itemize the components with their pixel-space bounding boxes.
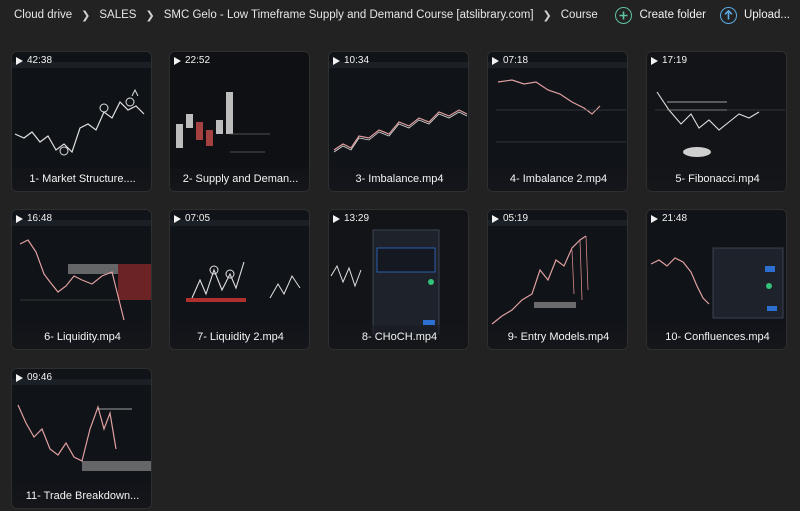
play-icon bbox=[174, 56, 181, 65]
file-name: 1- Market Structure.... bbox=[12, 167, 151, 191]
file-name: 11- Trade Breakdown... bbox=[12, 484, 151, 508]
video-tile[interactable]: 05:19 9- Entry Models.mp4 bbox=[487, 209, 628, 350]
play-icon bbox=[333, 56, 340, 65]
chevron-right-icon: ❯ bbox=[81, 9, 91, 22]
video-tile[interactable]: 07:18 4- Imbalance 2.mp4 bbox=[487, 51, 628, 192]
play-icon bbox=[16, 56, 23, 65]
video-duration: 17:19 bbox=[651, 55, 687, 66]
play-icon bbox=[16, 373, 23, 382]
video-tile[interactable]: 10:34 3- Imbalance.mp4 bbox=[328, 51, 469, 192]
duration-text: 10:34 bbox=[344, 55, 370, 66]
video-tile[interactable]: 09:46 11- Trade Breakdown... bbox=[11, 368, 152, 509]
toolbar-actions: Create folder Upload... bbox=[601, 6, 800, 24]
file-name: 2- Supply and Deman... bbox=[170, 167, 309, 191]
duration-text: 07:05 bbox=[185, 213, 211, 224]
create-folder-button[interactable]: Create folder bbox=[615, 6, 706, 24]
file-name: 5- Fibonacci.mp4 bbox=[647, 167, 786, 191]
video-tile[interactable]: 16:48 6- Liquidity.mp4 bbox=[11, 209, 152, 350]
duration-text: 07:18 bbox=[503, 55, 529, 66]
video-duration: 21:48 bbox=[651, 213, 687, 224]
file-name: 8- CHoCH.mp4 bbox=[329, 325, 468, 349]
duration-text: 42:38 bbox=[27, 55, 53, 66]
video-tile[interactable]: 13:29 8- CHoCH.mp4 bbox=[328, 209, 469, 350]
duration-text: 13:29 bbox=[344, 213, 370, 224]
video-duration: 42:38 bbox=[16, 55, 52, 66]
video-duration: 13:29 bbox=[333, 213, 369, 224]
file-name: 3- Imbalance.mp4 bbox=[329, 167, 468, 191]
video-duration: 09:46 bbox=[16, 372, 52, 383]
play-icon bbox=[492, 214, 499, 223]
video-tile[interactable]: 07:05 7- Liquidity 2.mp4 bbox=[169, 209, 310, 350]
video-tile[interactable]: 17:19 5- Fibonacci.mp4 bbox=[646, 51, 787, 192]
breadcrumb-cloud-drive[interactable]: Cloud drive bbox=[14, 9, 72, 21]
duration-text: 21:48 bbox=[662, 213, 688, 224]
play-icon bbox=[333, 214, 340, 223]
top-bar: Cloud drive ❯ SALES ❯ SMC Gelo - Low Tim… bbox=[0, 0, 800, 30]
play-icon bbox=[174, 214, 181, 223]
breadcrumb-course-folder[interactable]: SMC Gelo - Low Timeframe Supply and Dema… bbox=[164, 9, 534, 21]
video-duration: 07:05 bbox=[174, 213, 210, 224]
play-icon bbox=[651, 56, 658, 65]
play-icon bbox=[651, 214, 658, 223]
create-folder-label: Create folder bbox=[639, 9, 706, 21]
breadcrumb-sales[interactable]: SALES bbox=[99, 9, 136, 21]
video-duration: 07:18 bbox=[492, 55, 528, 66]
upload-label: Upload... bbox=[743, 9, 790, 21]
play-icon bbox=[16, 214, 23, 223]
arrow-up-circle-icon bbox=[719, 6, 737, 24]
duration-text: 17:19 bbox=[662, 55, 688, 66]
file-name: 4- Imbalance 2.mp4 bbox=[488, 167, 627, 191]
video-tile[interactable]: 22:52 2- Supply and Deman... bbox=[169, 51, 310, 192]
play-icon bbox=[492, 56, 499, 65]
duration-text: 05:19 bbox=[503, 213, 529, 224]
upload-button[interactable]: Upload... bbox=[719, 6, 790, 24]
breadcrumb-course[interactable]: Course bbox=[561, 9, 598, 21]
file-name: 10- Confluences.mp4 bbox=[647, 325, 786, 349]
video-duration: 16:48 bbox=[16, 213, 52, 224]
plus-circle-icon bbox=[615, 6, 633, 24]
duration-text: 09:46 bbox=[27, 372, 53, 383]
video-tile[interactable]: 42:38 1- Market Structure.... bbox=[11, 51, 152, 192]
chevron-right-icon: ❯ bbox=[542, 9, 552, 22]
video-tile[interactable]: 21:48 10- Confluences.mp4 bbox=[646, 209, 787, 350]
duration-text: 22:52 bbox=[185, 55, 211, 66]
video-duration: 05:19 bbox=[492, 213, 528, 224]
file-name: 9- Entry Models.mp4 bbox=[488, 325, 627, 349]
breadcrumb: Cloud drive ❯ SALES ❯ SMC Gelo - Low Tim… bbox=[0, 9, 601, 22]
file-name: 6- Liquidity.mp4 bbox=[12, 325, 151, 349]
video-duration: 22:52 bbox=[174, 55, 210, 66]
video-duration: 10:34 bbox=[333, 55, 369, 66]
chevron-right-icon: ❯ bbox=[145, 9, 155, 22]
file-name: 7- Liquidity 2.mp4 bbox=[170, 325, 309, 349]
duration-text: 16:48 bbox=[27, 213, 53, 224]
